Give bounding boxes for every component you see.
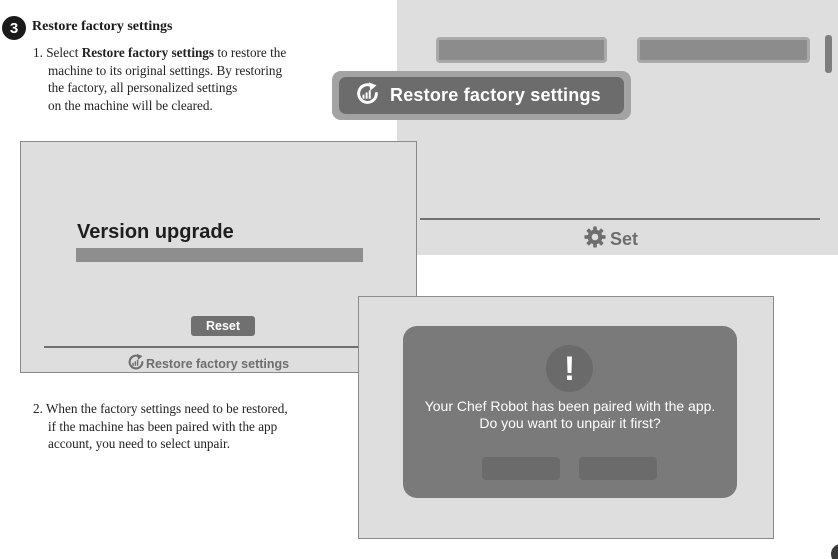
unpair-dialog: ! Your Chef Robot has been paired with t… [403,326,737,498]
step-2-line-1: 2. When the factory settings need to be … [33,401,288,416]
restore-factory-settings-button[interactable]: Restore factory settings [339,77,624,114]
gear-icon [584,226,606,253]
version-upgrade-title: Version upgrade [77,221,234,243]
step-1-line-3: the factory, all personalized settings [48,80,238,95]
dialog-cancel-button[interactable] [579,457,657,480]
dialog-message: Your Chef Robot has been paired with the… [403,398,737,432]
menu-tile[interactable] [436,37,607,63]
menu-tile[interactable] [637,37,810,63]
set-nav-item[interactable]: Set [584,226,638,253]
set-nav-label: Set [610,229,639,249]
step-1-line-1: 1. Select Restore factory settings to re… [33,44,286,62]
dialog-confirm-button[interactable] [482,457,560,480]
step-1-bold-term: Restore factory settings [81,45,215,60]
step-1-text-before: Select [42,45,82,60]
step-number-badge: 3 [2,16,26,40]
section-title: Restore factory settings [32,19,173,34]
step-1-line-2: machine to its original settings. By res… [48,62,283,78]
scrollbar-thumb[interactable] [825,35,832,73]
dialog-message-line-1: Your Chef Robot has been paired with the… [424,398,716,414]
step-1-text-after: to restore the [214,45,287,60]
step-2-paragraph: 2. When the factory settings need to be … [33,400,288,453]
reset-button[interactable]: Reset [191,316,255,336]
restore-icon [127,353,145,374]
step-1-number: 1. [33,45,43,60]
step-1-line-4: on the machine will be cleared. [48,97,213,113]
dialog-message-line-2: Do you want to unpair it first? [479,415,661,431]
step-2-line-3: account, you need to select unpair. [48,436,230,451]
restore-nav-label: Restore factory settings [146,356,290,371]
nav-divider [420,218,820,220]
restore-icon [355,81,380,111]
step-2-line-2: if the machine has been paired with the … [48,418,278,434]
alert-icon: ! [546,345,593,392]
version-progress-bar [76,248,363,262]
step-1-paragraph: 1. Select Restore factory settings to re… [33,44,286,114]
set-screen: Set [397,0,838,255]
page-number-badge [831,544,838,559]
restore-nav-item[interactable]: Restore factory settings [127,353,289,374]
unpair-dialog-screen: ! Your Chef Robot has been paired with t… [358,296,774,539]
nav-divider [44,346,360,348]
restore-button-label: Restore factory settings [390,85,601,105]
